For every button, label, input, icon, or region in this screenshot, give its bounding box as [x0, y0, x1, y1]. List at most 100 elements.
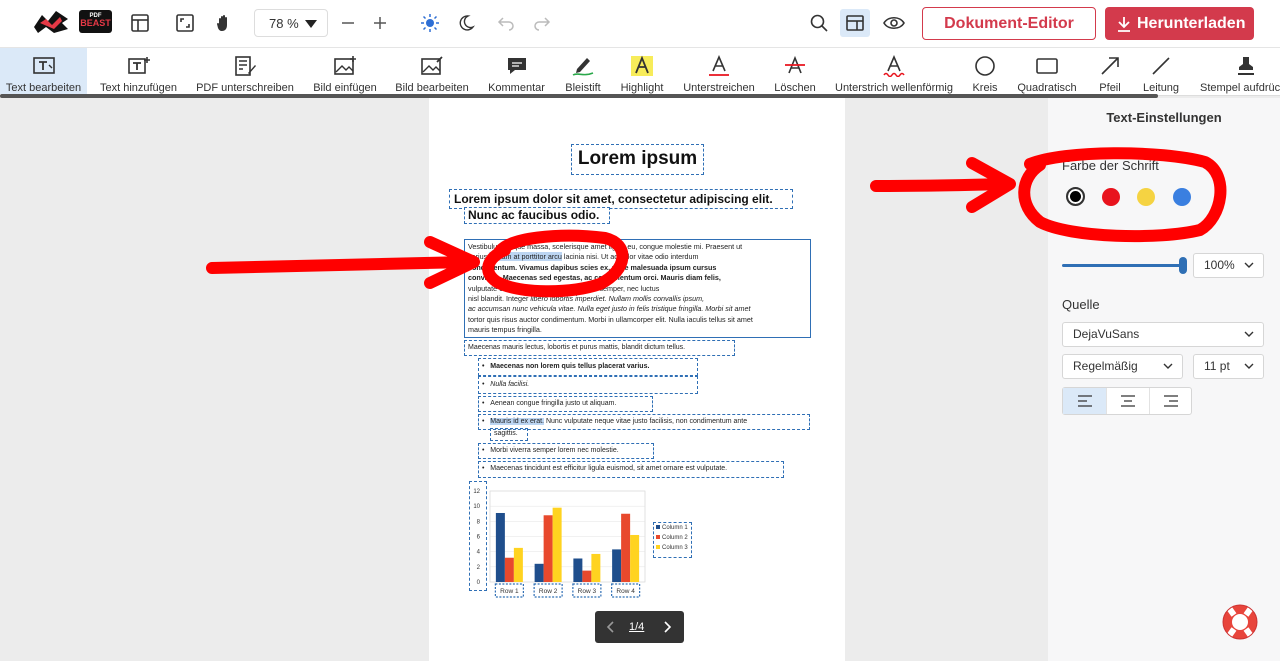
align-right-button[interactable]: [1149, 388, 1192, 414]
redo-icon[interactable]: [530, 11, 554, 35]
tool-image-add[interactable]: Bild einfügen: [308, 48, 382, 94]
tool-pencil[interactable]: Bleistift: [560, 48, 606, 94]
search-icon[interactable]: [807, 11, 831, 35]
prev-page-icon[interactable]: [603, 619, 619, 635]
chart-y-tick-label: 10: [473, 504, 480, 510]
chart-x-tick-label: Row 1: [500, 588, 519, 595]
help-lifebuoy-icon[interactable]: [1221, 603, 1259, 641]
font-family-select[interactable]: DejaVuSans: [1062, 322, 1264, 347]
tool-stamp[interactable]: Stempel aufdrücl: [1198, 48, 1280, 94]
page-number: 1/4: [629, 621, 645, 633]
font-family-value: DejaVuSans: [1073, 327, 1140, 341]
bullet-5-block[interactable]: • Morbi viverra semper lorem nec molesti…: [478, 443, 654, 459]
bullet-2-block[interactable]: • Nulla facilisi.: [478, 376, 698, 394]
line-text-block[interactable]: Maecenas mauris lectus, lobortis et puru…: [464, 340, 735, 356]
download-button-label: Herunterladen: [1137, 15, 1246, 32]
font-color-label: Farbe der Schrift: [1062, 158, 1159, 173]
tool-delete[interactable]: Löschen: [770, 48, 820, 94]
opacity-slider[interactable]: [1062, 264, 1184, 267]
tool-label: Highlight: [620, 82, 664, 94]
subtitle2-text-block[interactable]: Nunc ac faucibus odio.: [464, 207, 610, 224]
align-right-icon: [1164, 395, 1178, 407]
chart-bar: [621, 513, 631, 582]
tool-label: Kommentar: [488, 82, 545, 94]
tool-label: Kreis: [972, 82, 998, 94]
bullet-3-block[interactable]: • Aenean congue fringilla justo ut aliqu…: [478, 396, 653, 412]
line-icon: [1149, 54, 1173, 78]
color-swatch-red[interactable]: [1102, 188, 1120, 206]
line-text: Maecenas mauris lectus, lobortis et puru…: [468, 344, 686, 351]
image-edit-icon: [420, 54, 444, 78]
zoom-in-icon[interactable]: [368, 11, 392, 35]
font-style-select[interactable]: Regelmäßig: [1062, 354, 1183, 379]
tool-arrow[interactable]: Pfeil: [1092, 48, 1128, 94]
tool-underline[interactable]: Unterstreichen: [680, 48, 758, 94]
app-logo[interactable]: PDF BEAST: [32, 9, 112, 35]
tool-circle[interactable]: Kreis: [966, 48, 1004, 94]
subtitle-text-block[interactable]: Lorem ipsum dolor sit amet, consectetur …: [449, 189, 793, 209]
tool-label: Leitung: [1142, 82, 1180, 94]
download-button[interactable]: Herunterladen: [1105, 7, 1254, 40]
zoom-out-icon[interactable]: [336, 11, 360, 35]
paragraph-text-block-selected[interactable]: Vestibulum neque massa, scelerisque amet…: [464, 239, 811, 338]
annotation-arrow-right-head: [966, 157, 1016, 213]
tool-highlight[interactable]: Highlight: [617, 48, 667, 94]
color-swatch-black[interactable]: [1066, 187, 1085, 206]
arrow-icon: [1098, 54, 1122, 78]
opacity-slider-handle[interactable]: [1179, 257, 1187, 274]
zoom-select[interactable]: 78 %: [254, 9, 328, 37]
align-left-icon: [1077, 395, 1092, 407]
tool-label: Stempel aufdrücl: [1200, 82, 1280, 94]
tool-label: PDF unterschreiben: [196, 82, 294, 94]
document-subtitle: Lorem ipsum dolor sit amet, consectetur …: [454, 192, 773, 206]
tool-label: Pfeil: [1099, 82, 1121, 94]
color-swatch-yellow[interactable]: [1137, 188, 1155, 206]
bullet-4-highlight: Mauris id ex erat.: [490, 418, 544, 425]
bullet-6-text: Maecenas tincidunt est efficitur ligula …: [490, 465, 728, 472]
tool-image-edit[interactable]: Bild bearbeiten: [392, 48, 472, 94]
align-left-button[interactable]: [1063, 388, 1106, 414]
page-navigator: 1/4: [595, 611, 684, 643]
pencil-icon: [571, 54, 595, 78]
align-center-button[interactable]: [1106, 388, 1149, 414]
tool-bar: Text bearbeiten Text hinzufügen PDF unte…: [0, 48, 1280, 98]
next-page-icon[interactable]: [659, 619, 675, 635]
hand-tool-icon[interactable]: [212, 11, 236, 35]
chart-y-tick-label: 0: [477, 580, 481, 586]
tool-label: Bild bearbeiten: [395, 82, 469, 94]
font-label: Quelle: [1062, 297, 1100, 312]
preview-eye-icon[interactable]: [882, 11, 906, 35]
document-editor-button[interactable]: Dokument-Editor: [922, 7, 1096, 40]
tool-comment[interactable]: Kommentar: [484, 48, 549, 94]
layout-icon[interactable]: [128, 11, 152, 35]
bullet-4-wrap-block[interactable]: sagittis.: [490, 428, 528, 441]
tool-sign[interactable]: PDF unterschreiben: [193, 48, 297, 94]
panel-toggle-icon[interactable]: [840, 9, 870, 37]
font-size-select[interactable]: 11 pt: [1193, 354, 1264, 379]
title-text-block[interactable]: Lorem ipsum: [571, 144, 704, 175]
text-edit-icon: [32, 54, 56, 78]
tool-square[interactable]: Quadratisch: [1016, 48, 1078, 94]
chart-x-tick-label: Row 4: [616, 588, 635, 595]
dark-mode-icon[interactable]: [454, 11, 478, 35]
color-swatch-blue[interactable]: [1173, 188, 1191, 206]
chart-bar: [591, 553, 601, 582]
tool-wavy-underline[interactable]: Unterstrich wellenförmig: [834, 48, 954, 94]
opacity-select[interactable]: 100%: [1193, 253, 1264, 278]
bullet-1-block[interactable]: • Maecenas non lorem quis tellus placera…: [478, 358, 698, 376]
tool-label: Unterstrich wellenförmig: [835, 82, 953, 94]
chevron-down-icon: [1244, 331, 1254, 337]
tool-text-add[interactable]: Text hinzufügen: [96, 48, 181, 94]
chart-bar: [534, 563, 544, 582]
selected-text: Nullam at porttitor arcu: [489, 252, 562, 262]
fullscreen-icon[interactable]: [173, 11, 197, 35]
tool-text-edit[interactable]: Text bearbeiten: [0, 48, 87, 94]
bullet-6-block[interactable]: • Maecenas tincidunt est efficitur ligul…: [478, 461, 784, 478]
square-icon: [1035, 54, 1059, 78]
tool-line[interactable]: Leitung: [1139, 48, 1183, 94]
align-center-icon: [1121, 395, 1135, 407]
light-mode-icon[interactable]: [418, 11, 442, 35]
undo-icon[interactable]: [494, 11, 518, 35]
paragraph-text: Vestibulum neque massa, scelerisque amet…: [468, 242, 753, 335]
chart-legend-block[interactable]: [653, 522, 692, 558]
